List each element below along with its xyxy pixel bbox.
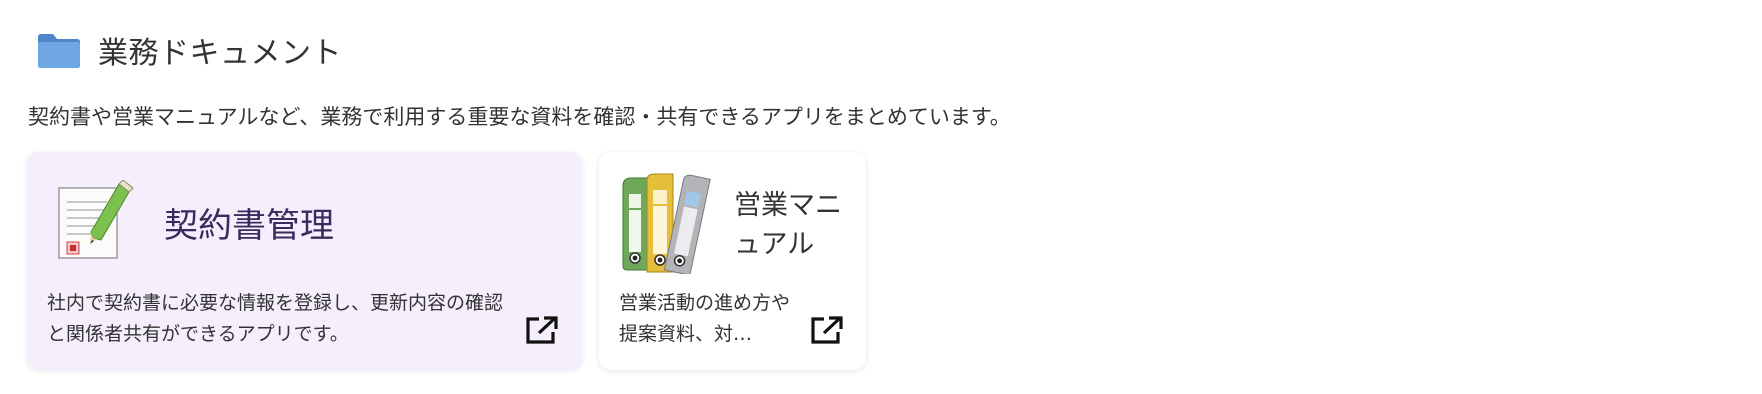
section-header: 業務ドキュメント <box>36 30 342 71</box>
card-title: 契約書管理 <box>164 206 334 246</box>
app-card-sales-manual[interactable]: 営業マニュアル 営業活動の進め方や提案資料、対… <box>599 152 866 370</box>
section-title: 業務ドキュメント <box>98 36 342 71</box>
binders-icon <box>622 173 711 274</box>
app-card-contract-management[interactable]: 契約書管理 社内で契約書に必要な情報を登録し、更新内容の確認と関係者共有ができる… <box>27 152 582 370</box>
section-description: 契約書や営業マニュアルなど、業務で利用する重要な資料を確認・共有できるアプリをま… <box>28 105 1011 129</box>
card-title: 営業マニュアル <box>734 190 842 260</box>
open-external-icon[interactable] <box>525 315 559 345</box>
card-description: 営業活動の進め方や提案資料、対… <box>619 292 791 345</box>
open-external-icon[interactable] <box>810 315 844 345</box>
contract-document-icon <box>58 180 134 259</box>
folder-icon <box>38 34 80 68</box>
card-description: 社内で契約書に必要な情報を登録し、更新内容の確認と関係者共有ができるアプリです。 <box>47 292 504 345</box>
